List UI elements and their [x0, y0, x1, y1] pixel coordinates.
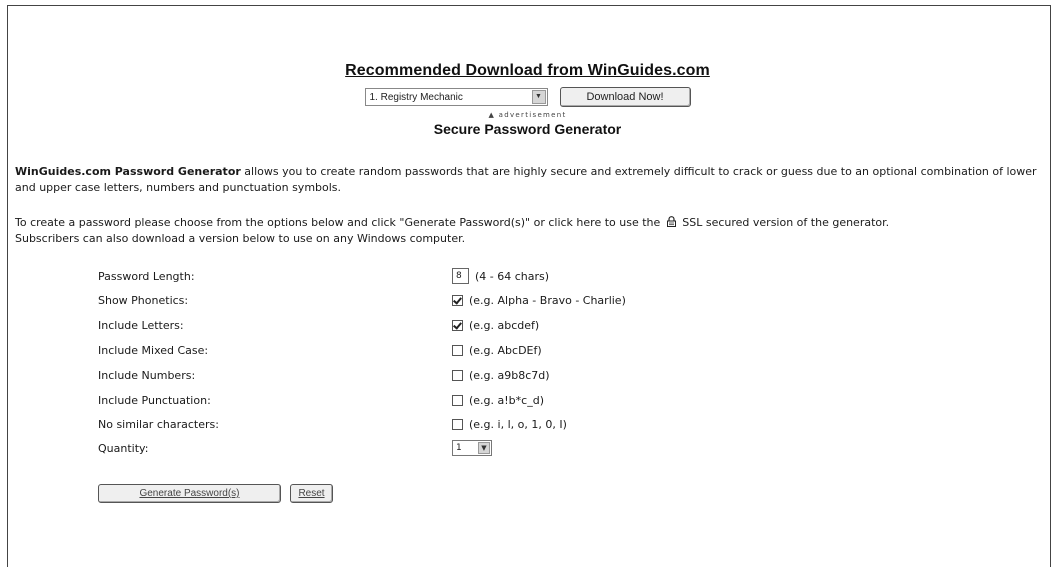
reset-button[interactable]: Reset [290, 484, 333, 503]
lock-icon [666, 216, 676, 227]
password-length-input[interactable]: 8 [452, 268, 469, 284]
generate-passwords-button[interactable]: Generate Password(s) [98, 484, 281, 503]
show-phonetics-label: Show Phonetics: [98, 294, 189, 307]
show-phonetics-hint: (e.g. Alpha - Bravo - Charlie) [469, 294, 626, 307]
include-punctuation-label: Include Punctuation: [98, 394, 211, 407]
show-phonetics-control: (e.g. Alpha - Bravo - Charlie) [452, 294, 626, 307]
chevron-down-icon[interactable]: ▼ [531, 90, 546, 104]
intro-brand: WinGuides.com Password Generator [15, 165, 241, 178]
quantity-label: Quantity: [98, 442, 149, 455]
instructions-text-1: To create a password please choose from … [15, 216, 661, 229]
no-similar-characters-hint: (e.g. i, l, o, 1, 0, I) [469, 418, 567, 431]
no-similar-characters-control: (e.g. i, l, o, 1, 0, I) [452, 418, 567, 431]
intro-paragraph: WinGuides.com Password Generator allows … [15, 164, 1040, 196]
include-punctuation-checkbox[interactable] [452, 395, 463, 406]
instructions-text-3: Subscribers can also download a version … [15, 232, 466, 245]
include-letters-label: Include Letters: [98, 319, 184, 332]
download-select-value: 1. Registry Mechanic [369, 91, 463, 103]
include-letters-checkbox[interactable] [452, 320, 463, 331]
include-punctuation-hint: (e.g. a!b*c_d) [469, 394, 544, 407]
include-mixed-case-label: Include Mixed Case: [98, 344, 209, 357]
download-select[interactable]: 1. Registry Mechanic ▼ [364, 88, 548, 106]
no-similar-characters-label: No similar characters: [98, 418, 219, 431]
no-similar-characters-checkbox[interactable] [452, 419, 463, 430]
chevron-down-icon[interactable]: ▼ [478, 442, 490, 454]
advertisement-label: ▲ advertisement [488, 111, 567, 119]
quantity-value: 1 [456, 443, 462, 453]
include-mixed-case-control: (e.g. AbcDEf) [452, 344, 542, 357]
promo-title-link[interactable]: Recommended Download from WinGuides.com [0, 62, 1055, 80]
promo-row: 1. Registry Mechanic ▼ Download Now! [0, 87, 1055, 107]
password-length-hint: (4 - 64 chars) [475, 269, 550, 283]
password-length-label: Password Length: [98, 270, 195, 283]
include-mixed-case-hint: (e.g. AbcDEf) [469, 344, 542, 357]
include-letters-hint: (e.g. abcdef) [469, 319, 540, 332]
download-now-button[interactable]: Download Now! [559, 87, 691, 107]
instructions-paragraph: To create a password please choose from … [15, 215, 1040, 247]
include-numbers-hint: (e.g. a9b8c7d) [469, 369, 550, 382]
show-phonetics-checkbox[interactable] [452, 295, 463, 306]
include-punctuation-control: (e.g. a!b*c_d) [452, 394, 544, 407]
include-numbers-control: (e.g. a9b8c7d) [452, 369, 550, 382]
include-numbers-checkbox[interactable] [452, 370, 463, 381]
instructions-text-2: SSL secured version of the generator. [682, 216, 890, 229]
page-title: Secure Password Generator [433, 121, 622, 137]
quantity-control: 1 ▼ [452, 440, 492, 456]
include-letters-control: (e.g. abcdef) [452, 319, 539, 332]
password-length-control: 8 (4 - 64 chars) [452, 268, 549, 284]
include-numbers-label: Include Numbers: [98, 369, 196, 382]
promo-block: Recommended Download from WinGuides.com … [0, 62, 1055, 137]
quantity-select[interactable]: 1 ▼ [452, 440, 492, 456]
include-mixed-case-checkbox[interactable] [452, 345, 463, 356]
form-actions: Generate Password(s) Reset [98, 484, 333, 503]
